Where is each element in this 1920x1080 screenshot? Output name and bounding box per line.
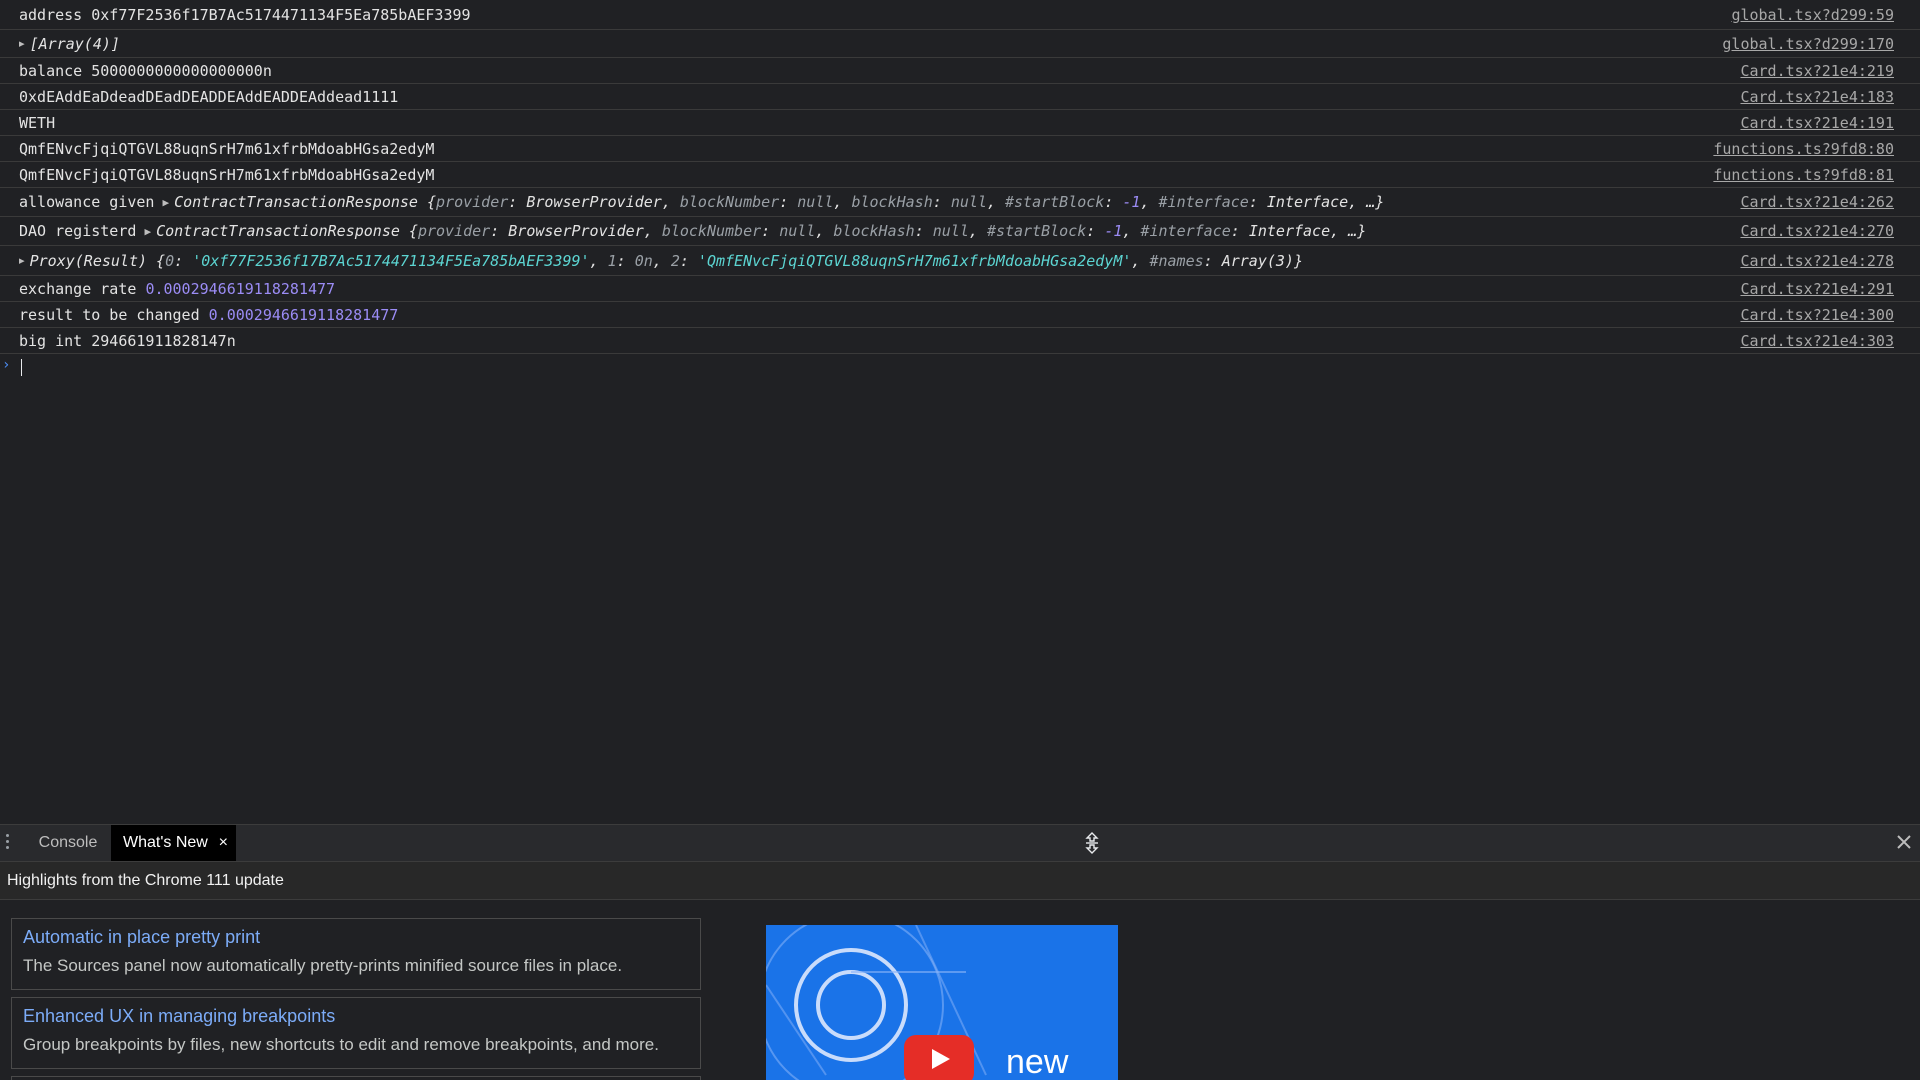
feature-card[interactable] xyxy=(11,1076,701,1080)
console-prompt[interactable]: › xyxy=(0,354,1920,380)
feature-card-title[interactable]: Automatic in place pretty print xyxy=(23,927,690,948)
log-row: address 0xf77F2536f17B7Ac5174471134F5Ea7… xyxy=(0,0,1920,30)
log-message: big int 294661911828147n xyxy=(19,331,236,350)
video-thumbnail[interactable]: new xyxy=(766,925,1118,1080)
log-prefix: allowance given xyxy=(19,193,155,211)
log-source-link[interactable]: Card.tsx?21e4:300 xyxy=(1740,306,1894,324)
log-row[interactable]: DAO registerd ▶ ContractTransactionRespo… xyxy=(0,217,1920,246)
array-preview[interactable]: [Array(4)] xyxy=(30,35,120,53)
tab-whats-new-label: What's New xyxy=(123,834,208,851)
log-message: 0xdEAddEaDdeadDEadDEADDEAddEADDEAddead11… xyxy=(19,87,399,106)
log-message: QmfENvcFjqiQTGVL88uqnSrH7m61xfrbMdoabHGs… xyxy=(19,165,435,184)
log-source-link[interactable]: Card.tsx?21e4:191 xyxy=(1740,114,1894,132)
log-source-link[interactable]: functions.ts?9fd8:81 xyxy=(1713,166,1894,184)
close-drawer-icon[interactable] xyxy=(1892,830,1916,854)
text-caret xyxy=(21,359,22,376)
feature-card-title[interactable]: Enhanced UX in managing breakpoints xyxy=(23,1006,690,1027)
log-source-link[interactable]: global.tsx?d299:59 xyxy=(1731,6,1894,24)
log-row: balance 5000000000000000000n Card.tsx?21… xyxy=(0,58,1920,84)
log-row: result to be changed 0.00029466191182814… xyxy=(0,302,1920,328)
log-row: QmfENvcFjqiQTGVL88uqnSrH7m61xfrbMdoabHGs… xyxy=(0,136,1920,162)
log-source-link[interactable]: global.tsx?d299:170 xyxy=(1722,35,1894,53)
whats-new-panel: Highlights from the Chrome 111 update Au… xyxy=(0,862,1920,1080)
log-source-link[interactable]: Card.tsx?21e4:278 xyxy=(1740,252,1894,270)
whats-new-header: Highlights from the Chrome 111 update xyxy=(0,862,1920,900)
video-label: new xyxy=(1006,1043,1069,1080)
feature-card-description: Group breakpoints by files, new shortcut… xyxy=(23,1035,659,1054)
object-preview[interactable]: ContractTransactionResponse {provider: B… xyxy=(174,193,1384,211)
log-number-value: 0.00029466191182814​77 xyxy=(145,279,336,298)
log-prefix: DAO registerd xyxy=(19,222,137,240)
resize-handle-icon[interactable] xyxy=(1083,832,1101,854)
log-row[interactable]: ▶ [Array(4)] global.tsx?d299:170 xyxy=(0,30,1920,58)
log-source-link[interactable]: Card.tsx?21e4:291 xyxy=(1740,280,1894,298)
log-message: WETH xyxy=(19,113,56,132)
prompt-chevron-icon: › xyxy=(2,357,11,373)
expand-arrow-icon[interactable]: ▶ xyxy=(19,37,25,50)
object-preview[interactable]: ContractTransactionResponse {provider: B… xyxy=(156,222,1366,240)
youtube-play-icon[interactable] xyxy=(904,1035,974,1080)
log-message: address 0xf77F2536f17B7Ac5174471134F5Ea7… xyxy=(19,5,471,24)
log-message: QmfENvcFjqiQTGVL88uqnSrH7m61xfrbMdoabHGs… xyxy=(19,139,435,158)
log-row: 0xdEAddEaDdeadDEadDEADDEAddEADDEAddead11… xyxy=(0,84,1920,110)
drawer-tab-bar: Console What's New × xyxy=(0,824,1920,862)
proxy-preview[interactable]: Proxy(Result) {0: '0xf77F2536f17B7Ac5174… xyxy=(30,252,1303,270)
feature-card[interactable]: Enhanced UX in managing breakpoints Grou… xyxy=(11,997,701,1069)
expand-arrow-icon[interactable]: ▶ xyxy=(19,254,25,267)
expand-arrow-icon[interactable]: ▶ xyxy=(144,225,151,238)
log-row: big int 294661911828147n Card.tsx?21e4:3… xyxy=(0,328,1920,354)
feature-card[interactable]: Automatic in place pretty print The Sour… xyxy=(11,918,701,990)
tab-whats-new[interactable]: What's New × xyxy=(111,825,236,861)
feature-card-description: The Sources panel now automatically pret… xyxy=(23,956,623,975)
log-source-link[interactable]: Card.tsx?21e4:219 xyxy=(1740,62,1894,80)
log-row: exchange rate 0.00029466191182814​77 Car… xyxy=(0,276,1920,302)
log-source-link[interactable]: Card.tsx?21e4:303 xyxy=(1740,332,1894,350)
log-row: WETH Card.tsx?21e4:191 xyxy=(0,110,1920,136)
log-label: result to be changed xyxy=(19,305,200,324)
console-panel: address 0xf77F2536f17B7Ac5174471134F5Ea7… xyxy=(0,0,1920,824)
log-row[interactable]: allowance given ▶ ContractTransactionRes… xyxy=(0,188,1920,217)
expand-arrow-icon[interactable]: ▶ xyxy=(163,196,170,209)
more-options-icon[interactable] xyxy=(6,834,10,852)
log-source-link[interactable]: Card.tsx?21e4:262 xyxy=(1740,193,1894,211)
log-number-value: 0.0002946619118281477 xyxy=(208,305,399,324)
log-source-link[interactable]: Card.tsx?21e4:270 xyxy=(1740,222,1894,240)
log-source-link[interactable]: Card.tsx?21e4:183 xyxy=(1740,88,1894,106)
log-source-link[interactable]: functions.ts?9fd8:80 xyxy=(1713,140,1894,158)
log-row: QmfENvcFjqiQTGVL88uqnSrH7m61xfrbMdoabHGs… xyxy=(0,162,1920,188)
log-row[interactable]: ▶ Proxy(Result) {0: '0xf77F2536f17B7Ac51… xyxy=(0,246,1920,276)
log-message: balance 5000000000000000000n xyxy=(19,61,272,80)
close-tab-icon[interactable]: × xyxy=(219,825,228,861)
tab-console[interactable]: Console xyxy=(36,825,100,861)
log-label: exchange rate xyxy=(19,279,137,298)
